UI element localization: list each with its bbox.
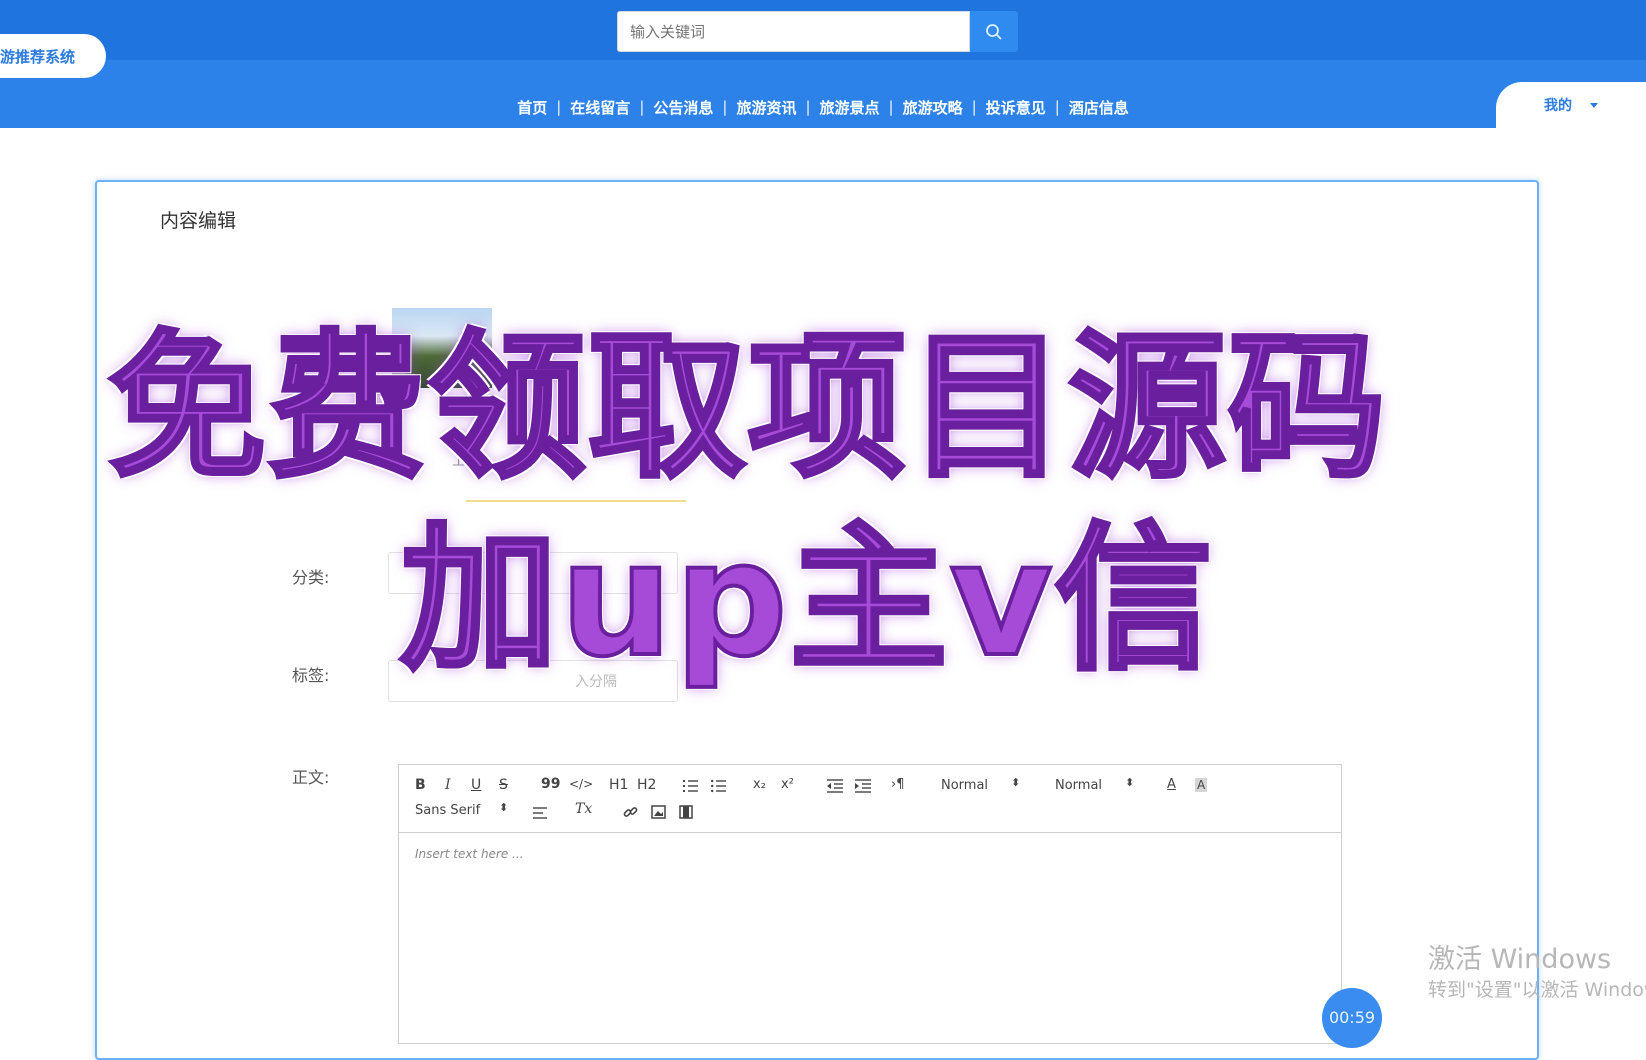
nav-item[interactable]: 在线留言 [561,97,639,118]
header-select[interactable]: Normal [1055,778,1102,793]
header-select-arrows-icon[interactable]: ⬍ [1125,776,1134,789]
background-color-button[interactable]: A [1195,778,1208,792]
nav-items: 首页 | 在线留言 | 公告消息 | 旅游资讯 | 旅游景点 | 旅游攻略 | 投诉意见 | 酒店信息 [508,97,1138,118]
nav-separator: | [805,98,811,116]
nav-separator: | [971,98,977,116]
italic-button[interactable]: I [445,777,451,793]
text-direction-button[interactable]: ›¶ [891,777,904,792]
nav-item[interactable]: 旅游景点 [811,97,889,118]
underline-button[interactable]: U [471,777,481,793]
font-select[interactable]: Sans Serif [415,803,480,818]
search-input[interactable] [617,11,970,52]
nav-item[interactable]: 公告消息 [644,97,722,118]
nav-separator: | [556,98,562,116]
page-title: 内容编辑 [160,210,237,232]
main-nav: 首页 | 在线留言 | 公告消息 | 旅游资讯 | 旅游景点 | 旅游攻略 | 投诉意见 | 酒店信息 [0,92,1646,122]
align-icon[interactable] [533,807,547,819]
editor-placeholder[interactable]: Insert text here ... [415,847,524,861]
nav-separator: | [1054,98,1060,116]
h2-button[interactable]: H2 [637,777,656,793]
upload-underline [466,500,686,502]
nav-item[interactable]: 投诉意见 [977,97,1055,118]
search-button[interactable] [970,11,1018,52]
h1-button[interactable]: H1 [609,777,628,793]
site-title: 游推荐系统 [0,47,76,66]
clear-format-button[interactable]: Tx [575,801,592,817]
bullet-list-icon[interactable] [711,779,727,793]
windows-activation-watermark-subtitle: 转到"设置"以激活 Windows [1428,979,1646,1001]
strike-button[interactable]: S [499,777,508,793]
image-icon[interactable] [651,805,666,819]
video-icon[interactable] [679,805,693,819]
tags-label: 标签: [292,666,330,685]
link-icon[interactable] [623,805,638,820]
chevron-down-icon [1590,102,1598,108]
bold-button[interactable]: B [415,777,426,793]
nav-item[interactable]: 旅游攻略 [894,97,972,118]
size-select-arrows-icon[interactable]: ⬍ [1011,776,1020,789]
indent-icon[interactable] [855,779,871,793]
font-select-arrows-icon[interactable]: ⬍ [499,801,508,814]
superscript-button[interactable]: x² [781,777,794,792]
nav-separator: | [722,98,728,116]
nav-separator: | [639,98,645,116]
code-block-button[interactable]: </> [569,777,593,791]
nav-item[interactable]: 酒店信息 [1060,97,1138,118]
promo-overlay-line-1: 免费领取项目源码 [106,316,1388,500]
search-icon [986,23,1002,40]
ordered-list-icon[interactable] [683,779,699,793]
nav-item[interactable]: 旅游资讯 [727,97,805,118]
editor-toolbar: B I U S 99 </> H1 H2 x₂ x² ›¶ Normal ⬍ N… [399,765,1341,833]
category-label: 分类: [292,568,330,587]
user-menu[interactable]: 我的 [1496,82,1646,128]
site-logo[interactable]: 游推荐系统 [0,34,106,78]
promo-overlay-line-2: 加up主v信 [398,508,1215,692]
user-menu-label: 我的 [1544,98,1572,114]
rich-text-editor: B I U S 99 </> H1 H2 x₂ x² ›¶ Normal ⬍ N… [398,764,1342,1044]
size-select[interactable]: Normal [941,778,988,793]
windows-activation-watermark-title: 激活 Windows [1428,944,1612,975]
nav-separator: | [888,98,894,116]
font-color-button[interactable]: A [1167,777,1176,792]
timer-badge[interactable]: 00:59 [1322,988,1382,1048]
nav-item[interactable]: 首页 [508,97,556,118]
outdent-icon[interactable] [827,779,843,793]
blockquote-button[interactable]: 99 [541,776,560,792]
body-label: 正文: [292,768,330,787]
subscript-button[interactable]: x₂ [753,777,766,792]
